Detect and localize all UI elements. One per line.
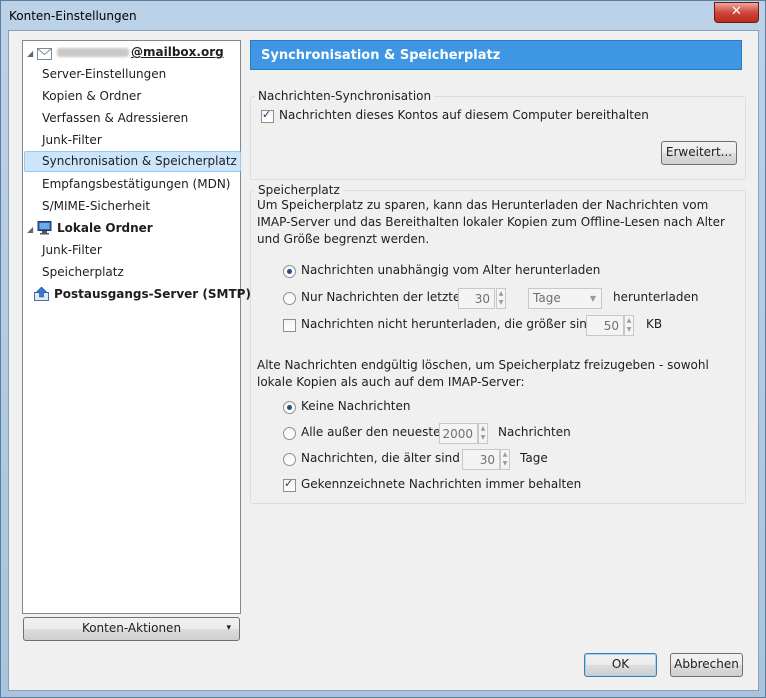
last-days-stepper[interactable]: ▲ ▼ (496, 288, 506, 309)
older-days-stepper[interactable]: ▲ ▼ (500, 449, 510, 470)
last-days-input[interactable]: 30 (458, 288, 495, 309)
title-bar[interactable]: Konten-Einstellungen ✕ (1, 1, 765, 29)
newest-unit-label: Nachrichten (498, 425, 571, 439)
keep-flagged-label: Gekennzeichnete Nachrichten immer behalt… (301, 477, 582, 491)
tree-item-smime[interactable]: S/MIME-Sicherheit (42, 196, 150, 217)
newest-count-stepper[interactable]: ▲ ▼ (478, 423, 488, 444)
advanced-button[interactable]: Erweitert... (661, 141, 737, 165)
account-actions-button[interactable]: Konten-Aktionen ▾ (23, 617, 240, 641)
tree-item-local-junk-filter[interactable]: Junk-Filter (42, 240, 102, 261)
tree-item-composition[interactable]: Verfassen & Adressieren (42, 108, 188, 129)
keep-flagged-checkbox[interactable] (283, 477, 296, 492)
radio-download-all[interactable] (283, 265, 296, 278)
account-tree[interactable]: ◢ @mailbox.org Server-Einstellungen Kopi… (22, 40, 251, 614)
delete-description: Alte Nachrichten endgültig löschen, um S… (257, 358, 709, 389)
last-unit-select[interactable]: Tage ▼ (528, 288, 602, 309)
ok-button[interactable]: OK (584, 653, 657, 677)
radio-delete-older[interactable] (283, 453, 296, 466)
delete-except-label: Alle außer den neuesten (301, 425, 449, 439)
delete-older-label: Nachrichten, die älter sind als (301, 451, 481, 465)
collapse-triangle-icon[interactable]: ◢ (27, 219, 33, 240)
tree-item-junk-filter[interactable]: Junk-Filter (42, 130, 102, 151)
settings-window: Konten-Einstellungen ✕ ◢ @mailbox.org Se… (0, 0, 766, 698)
older-unit-label: Tage (520, 451, 548, 465)
collapse-triangle-icon[interactable]: ◢ (27, 43, 33, 64)
size-limit-label: Nachrichten nicht herunterladen, die grö… (301, 317, 616, 331)
panel-header: Synchronisation & Speicherplatz (250, 40, 742, 70)
last-unit-value: Tage (533, 291, 561, 305)
tree-item-server-settings[interactable]: Server-Einstellungen (42, 64, 166, 85)
tree-item-label: Synchronisation & Speicherplatz (42, 154, 237, 168)
download-suffix-label: herunterladen (613, 290, 699, 304)
size-limit-stepper[interactable]: ▲ ▼ (624, 315, 634, 336)
sync-group-title: Nachrichten-Synchronisation (255, 89, 435, 103)
window-title: Konten-Einstellungen (9, 9, 137, 23)
dropdown-arrow-icon: ▾ (226, 623, 231, 633)
newest-count-input[interactable]: 2000 (439, 423, 478, 444)
size-limit-input[interactable]: 50 (586, 315, 624, 336)
download-all-label: Nachrichten unabhängig vom Alter herunte… (301, 263, 601, 277)
chevron-down-icon: ▼ (589, 294, 596, 303)
tree-item-local-storage[interactable]: Speicherplatz (42, 262, 124, 283)
storage-description: Um Speicherplatz zu sparen, kann das Her… (257, 198, 725, 246)
size-unit-label: KB (646, 317, 663, 331)
cancel-button[interactable]: Abbrechen (670, 653, 743, 677)
delete-none-label: Keine Nachrichten (301, 399, 411, 413)
dialog-client: ◢ @mailbox.org Server-Einstellungen Kopi… (8, 30, 759, 691)
close-button[interactable]: ✕ (714, 2, 759, 23)
sync-group: Nachrichten-Synchronisation Nachrichten … (250, 89, 746, 180)
blurred-account-name (57, 48, 129, 57)
mail-account-icon (37, 46, 52, 60)
tree-item-receipts[interactable]: Empfangsbestätigungen (MDN) (42, 174, 230, 195)
keep-messages-checkbox[interactable] (261, 108, 274, 123)
storage-group: Speicherplatz Um Speicherplatz zu sparen… (250, 183, 746, 504)
outgoing-server-icon (34, 286, 49, 301)
computer-icon (37, 221, 52, 235)
local-folders-label: Lokale Ordner (57, 221, 153, 235)
storage-group-title: Speicherplatz (255, 183, 343, 197)
older-days-input[interactable]: 30 (462, 449, 500, 470)
tree-item-copies-folders[interactable]: Kopien & Ordner (42, 86, 141, 107)
account-domain: @mailbox.org (131, 45, 224, 59)
account-actions-label: Konten-Aktionen (81, 621, 182, 635)
radio-download-last[interactable] (283, 292, 296, 305)
radio-delete-none[interactable] (283, 401, 296, 414)
download-last-label: Nur Nachrichten der letzten (301, 290, 469, 304)
keep-messages-label: Nachrichten dieses Kontos auf diesem Com… (279, 108, 649, 122)
smtp-label: Postausgangs-Server (SMTP) (54, 287, 251, 301)
radio-delete-except-newest[interactable] (283, 427, 296, 440)
tree-item-sync-storage[interactable]: Synchronisation & Speicherplatz (24, 151, 241, 172)
size-limit-checkbox[interactable] (283, 319, 296, 332)
